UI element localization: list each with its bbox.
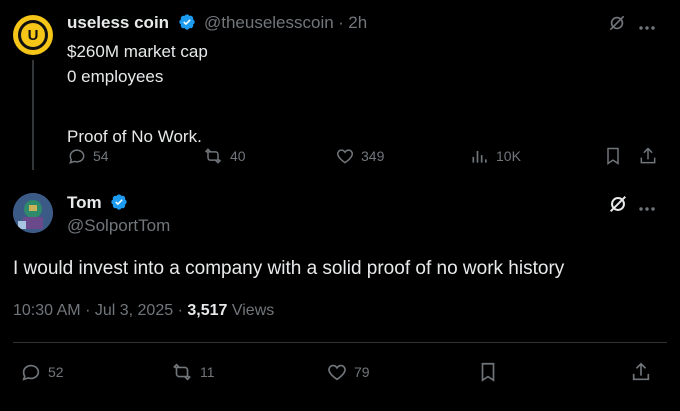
reply-like-count: 79 xyxy=(354,364,370,380)
parent-repost-count: 40 xyxy=(230,148,246,164)
avatar-image xyxy=(13,193,53,233)
more-options-icon[interactable] xyxy=(638,199,656,217)
meta-dot: · xyxy=(177,302,183,319)
parent-bookmark-button[interactable] xyxy=(603,146,623,171)
reply-header: Tom @SolportTom xyxy=(67,193,170,236)
parent-reply-button[interactable]: 54 xyxy=(67,146,109,166)
reply-display-name[interactable]: Tom xyxy=(67,193,102,212)
reply-handle[interactable]: @SolportTom xyxy=(67,216,170,236)
grok-icon[interactable] xyxy=(607,13,627,38)
parent-repost-button[interactable]: 40 xyxy=(202,146,246,166)
analytics-icon xyxy=(472,151,487,163)
parent-share-button[interactable] xyxy=(638,146,658,171)
parent-view-count: 10K xyxy=(496,148,521,164)
more-options-icon[interactable] xyxy=(638,18,656,36)
parent-like-count: 349 xyxy=(361,148,385,164)
reply-time[interactable]: 10:30 AM xyxy=(13,302,81,319)
parent-avatar[interactable]: U xyxy=(13,15,53,55)
share-icon xyxy=(632,362,650,381)
reply-tweet-text: I would invest into a company with a sol… xyxy=(13,258,565,279)
verified-badge-icon xyxy=(178,14,195,30)
repost-icon xyxy=(173,363,191,381)
reply-share-button[interactable] xyxy=(630,361,652,388)
heart-icon xyxy=(336,149,354,164)
reply-bookmark-button[interactable] xyxy=(477,361,499,388)
parent-line-1: $260M market cap xyxy=(67,42,208,61)
thread-connector-line xyxy=(32,60,34,170)
reply-meta: 10:30 AM · Jul 3, 2025 · 3,517 Views xyxy=(13,302,274,320)
reply-avatar[interactable] xyxy=(13,193,53,233)
share-icon xyxy=(640,147,656,164)
parent-display-name[interactable]: useless coin xyxy=(67,13,169,32)
reply-date[interactable]: Jul 3, 2025 xyxy=(95,302,173,319)
reply-reply-button[interactable]: 52 xyxy=(20,361,64,383)
bookmark-icon xyxy=(481,362,495,382)
reply-reply-count: 52 xyxy=(48,364,64,380)
reply-repost-button[interactable]: 11 xyxy=(170,361,215,383)
verified-badge-icon xyxy=(111,194,127,210)
parent-views-button[interactable]: 10K xyxy=(470,146,521,166)
bookmark-icon xyxy=(607,147,619,165)
parent-like-button[interactable]: 349 xyxy=(335,146,384,166)
parent-separator: · xyxy=(338,13,344,32)
reply-repost-count: 11 xyxy=(200,364,215,380)
parent-reply-count: 54 xyxy=(93,148,109,164)
reply-views-count: 3,517 xyxy=(187,302,228,319)
grok-icon[interactable] xyxy=(607,193,629,220)
reply-views-label: Views xyxy=(231,302,275,319)
stats-divider xyxy=(13,342,667,343)
heart-icon xyxy=(328,364,346,381)
repost-icon xyxy=(204,148,222,164)
reply-like-button[interactable]: 79 xyxy=(326,361,370,383)
meta-dot: · xyxy=(85,302,91,319)
coin-logo-icon: U xyxy=(18,20,48,50)
parent-handle[interactable]: @theuselesscoin xyxy=(204,13,334,32)
parent-header: useless coin @theuselesscoin · 2h xyxy=(67,13,367,33)
reply-icon xyxy=(22,364,40,381)
parent-line-2: 0 employees xyxy=(67,67,164,86)
parent-time[interactable]: 2h xyxy=(348,13,367,32)
reply-icon xyxy=(69,149,85,164)
parent-tweet-text: $260M market cap 0 employees Proof of No… xyxy=(67,39,208,149)
